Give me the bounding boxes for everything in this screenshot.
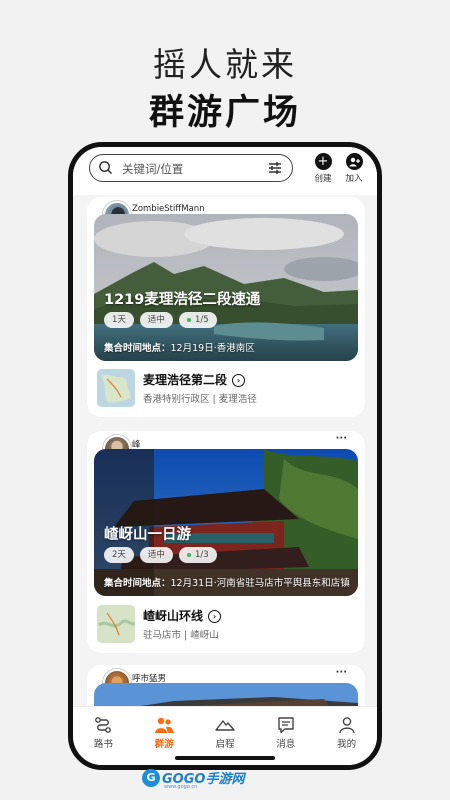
post-cover-photo[interactable]: 1219麦理浩径二段速通 1天 适中 1/5 集合时间地点：12月19日·香港南… [94, 214, 358, 361]
route-icon [95, 717, 112, 733]
join-button[interactable]: 加入 [340, 153, 368, 184]
join-icon [345, 153, 363, 170]
profile-icon [338, 717, 355, 734]
tab-profile[interactable]: 我的 [316, 707, 377, 765]
chevron-right-icon: › [232, 374, 246, 387]
mountain-icon [215, 720, 235, 731]
meeting-label: 集合时间地点： [104, 578, 171, 589]
phone-frame: 关键词/位置 + 创建 加入 ZombieStiffMann 1219麦理浩径二… [68, 142, 382, 770]
route-link[interactable]: 麦理浩径第二段 › 香港特别行政区 | 麦理浩径 [97, 369, 347, 409]
tab-label: 我的 [337, 739, 357, 750]
members-tag: 1/3 [178, 547, 217, 563]
tag-row: 2天 适中 1/3 [104, 547, 217, 563]
tab-route-book[interactable]: 路书 [73, 707, 134, 765]
route-name-row: 嵖岈山环线 › [143, 607, 222, 624]
group-post-card[interactable]: ZombieStiffMann 1219麦理浩径二段速通 1天 适中 1/5 集… [87, 197, 365, 417]
search-icon [99, 161, 112, 174]
search-placeholder: 关键词/位置 [122, 162, 184, 176]
post-cover-photo[interactable]: 嵖岈山一日游 2天 适中 1/3 集合时间地点：12月31日·河南省驻马店市平舆… [94, 449, 358, 596]
username: ZombieStiffMann [132, 204, 205, 214]
difficulty-tag: 适中 [139, 312, 173, 328]
promo-line-1: 摇人就来 [153, 45, 297, 84]
watermark-url: www.gogo.cn [164, 784, 198, 790]
more-options-icon[interactable]: ··· [336, 433, 347, 444]
tab-label: 启程 [215, 739, 235, 750]
duration-tag: 1天 [104, 312, 134, 328]
route-name-row: 麦理浩径第二段 › [143, 371, 246, 388]
route-name: 嵖岈山环线 [143, 609, 204, 623]
create-icon: + [314, 153, 332, 170]
search-bar[interactable]: 关键词/位置 [89, 154, 293, 182]
route-location: 香港特别行政区 | 麦理浩径 [143, 394, 257, 405]
group-icon [155, 717, 174, 733]
group-post-card[interactable]: 呼市猛男 ··· [87, 665, 365, 707]
duration-tag: 2天 [104, 547, 134, 563]
watermark: G GOGO手游网 www.gogo.cn [142, 768, 244, 790]
tag-row: 1天 适中 1/5 [104, 312, 217, 328]
members-tag: 1/5 [178, 312, 217, 328]
meeting-label: 集合时间地点： [104, 343, 171, 354]
promo-line-2: 群游广场 [148, 93, 301, 133]
route-location: 驻马店市 | 嵖岈山 [143, 630, 219, 641]
route-map-thumbnail [97, 369, 135, 407]
tab-label: 群游 [154, 739, 174, 750]
post-title: 嵖岈山一日游 [104, 527, 191, 543]
building-photo [94, 683, 358, 707]
tab-label: 消息 [276, 739, 296, 750]
feed-list: ZombieStiffMann 1219麦理浩径二段速通 1天 适中 1/5 集… [73, 195, 377, 707]
members-count: 1/5 [194, 315, 209, 325]
post-cover-photo[interactable] [94, 683, 358, 707]
top-bar: 关键词/位置 + 创建 加入 [73, 147, 377, 195]
chevron-right-icon: › [208, 610, 222, 623]
join-label: 加入 [345, 174, 363, 184]
meeting-value: 12月19日·香港南区 [170, 343, 255, 354]
members-count: 1/3 [194, 550, 209, 560]
post-title: 1219麦理浩径二段速通 [104, 292, 261, 308]
more-options-icon[interactable]: ··· [336, 667, 347, 678]
meeting-info: 集合时间地点：12月19日·香港南区 [104, 340, 255, 354]
status-dot [186, 552, 191, 557]
route-name: 麦理浩径第二段 [143, 373, 228, 387]
difficulty-tag: 适中 [139, 547, 173, 563]
status-dot [186, 317, 191, 322]
route-link[interactable]: 嵖岈山环线 › 驻马店市 | 嵖岈山 [97, 605, 347, 645]
meeting-info: 集合时间地点：12月31日·河南省驻马店市平舆县东和店镇 [104, 575, 350, 589]
home-indicator [175, 756, 275, 760]
route-map-thumbnail [97, 605, 135, 643]
message-icon [278, 717, 294, 734]
create-button[interactable]: + 创建 [309, 153, 337, 184]
meeting-value: 12月31日·河南省驻马店市平舆县东和店镇 [170, 578, 350, 589]
watermark-logo: G [142, 768, 160, 787]
group-post-card[interactable]: 峰 ··· 嵖岈山一日游 2天 适中 1/3 集合时间地点：12月31日·河南省… [87, 431, 365, 653]
tab-label: 路书 [93, 739, 113, 750]
create-label: 创建 [314, 174, 332, 184]
filter-icon[interactable] [268, 161, 282, 175]
